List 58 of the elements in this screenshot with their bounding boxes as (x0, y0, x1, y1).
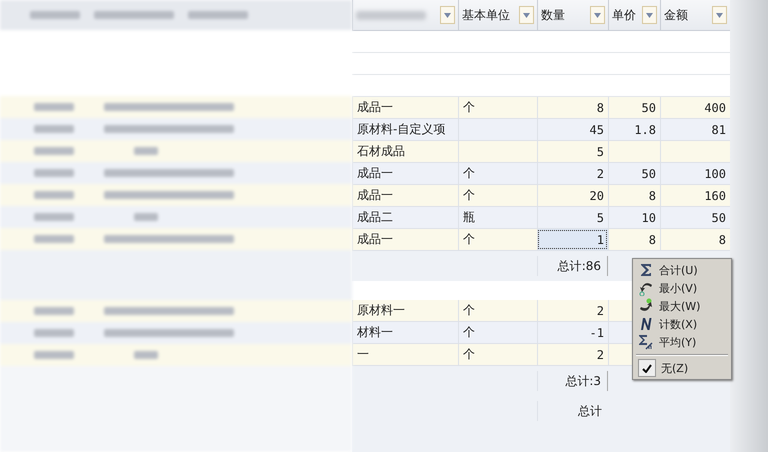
table-cell: 原材料-自定义项 (357, 121, 446, 138)
letter-n-icon (638, 316, 654, 332)
table-cell: 成品一 (357, 231, 393, 248)
sigma-icon (638, 262, 654, 278)
table-cell: 瓶 (463, 209, 475, 226)
table-cell[interactable]: -1 (537, 322, 608, 343)
column-header[interactable]: 金额 (664, 6, 688, 24)
table-cell: 石材成品 (357, 143, 405, 160)
column-header[interactable]: 数量 (541, 6, 565, 24)
column-header[interactable]: 单价 (612, 6, 636, 24)
menu-item[interactable]: 最大(W) (635, 297, 729, 315)
table-cell: 8 (648, 232, 656, 246)
menu-item[interactable]: 无(Z) (635, 359, 729, 377)
table-cell: 一 (357, 346, 369, 363)
table-cell: 个 (463, 346, 475, 363)
table-cell: 材料一 (357, 324, 393, 341)
menu-item[interactable]: 最小(V) (635, 279, 729, 297)
menu-item[interactable]: 合计(U) (635, 261, 729, 279)
table-cell[interactable]: 20 (537, 185, 608, 206)
total-label: 总计 (578, 402, 602, 420)
table-cell: 400 (704, 100, 726, 114)
table-cell: 81 (712, 122, 726, 136)
table-cell[interactable]: 2 (537, 344, 608, 365)
column-header[interactable]: 基本单位 (462, 6, 510, 24)
table-cell: 个 (463, 324, 475, 341)
table-cell: 成品一 (357, 165, 393, 182)
table-cell[interactable]: 1 (537, 229, 608, 250)
table-cell[interactable]: 5 (537, 207, 608, 228)
table-cell[interactable]: 45 (537, 119, 608, 140)
table-cell: 个 (463, 99, 475, 116)
average-icon (638, 334, 654, 350)
menu-item[interactable]: 平均(Y) (635, 333, 729, 351)
table-cell: 成品二 (357, 209, 393, 226)
table-cell: 50 (642, 100, 656, 114)
table-cell: 原材料一 (357, 302, 405, 319)
curved-arrow-icon (638, 298, 654, 314)
table-cell: 个 (463, 302, 475, 319)
menu-item[interactable]: 计数(X) (635, 315, 729, 333)
table-cell[interactable]: 2 (537, 163, 608, 184)
table-cell: 1.8 (634, 122, 656, 136)
table-cell: 8 (718, 232, 726, 246)
curved-arrow-icon (638, 280, 654, 296)
table-cell: 50 (712, 210, 726, 224)
table-cell: 个 (463, 187, 475, 204)
table-cell: 成品一 (357, 187, 393, 204)
table-cell[interactable]: 2 (537, 300, 608, 321)
table-cell[interactable]: 5 (537, 141, 608, 162)
table-cell: 8 (648, 188, 656, 202)
table-cell: 个 (463, 231, 475, 248)
total-label: 总计:3 (565, 372, 601, 390)
table-cell: 10 (642, 210, 656, 224)
table-cell: 160 (704, 188, 726, 202)
table-cell: 100 (704, 166, 726, 180)
table-cell: 成品一 (357, 99, 393, 116)
table-cell: 个 (463, 165, 475, 182)
table-cell[interactable]: 8 (537, 97, 608, 118)
table-cell: 50 (642, 166, 656, 180)
total-label: 总计:86 (558, 258, 601, 274)
